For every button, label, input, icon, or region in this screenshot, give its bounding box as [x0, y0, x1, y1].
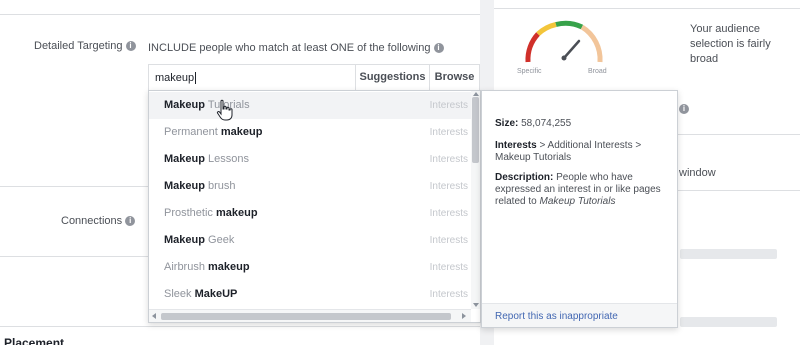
- suggestion-type: Interests: [429, 208, 468, 219]
- divider: [677, 190, 800, 191]
- suggestion-name: Makeup Geek: [164, 234, 235, 246]
- include-text: INCLUDE people who match at least ONE of…: [148, 42, 431, 54]
- suggestion-item[interactable]: Sleek MakeUP Interests: [149, 281, 471, 308]
- suggestion-type: Interests: [429, 181, 468, 192]
- audience-size-description: Your audience selection is fairly broad: [690, 23, 771, 65]
- report-inappropriate-link[interactable]: Report this as inappropriate: [495, 311, 618, 323]
- gauge-pivot: [561, 55, 567, 61]
- info-icon[interactable]: i: [433, 43, 444, 54]
- scroll-left-arrow-icon[interactable]: [152, 313, 156, 319]
- info-icon[interactable]: i: [125, 41, 136, 52]
- suggestion-type: Interests: [429, 289, 468, 300]
- gauge-specific-label: Specific: [517, 68, 542, 75]
- interest-path: Interests > Additional Interests > Makeu…: [495, 140, 642, 163]
- interest-search-box: Suggestions Browse: [148, 64, 480, 90]
- interest-description: Description: People who have expressed a…: [495, 172, 661, 207]
- suggestion-name: Sleek MakeUP: [164, 288, 238, 300]
- text-caret: [195, 72, 196, 84]
- suggestion-item[interactable]: Makeup Geek Interests: [149, 227, 471, 254]
- suggestions-button[interactable]: Suggestions: [355, 65, 429, 90]
- gauge-peach-arc: [580, 24, 603, 63]
- gauge-needle: [562, 39, 581, 60]
- detailed-targeting-label: Detailed Targeting i: [34, 40, 136, 52]
- placement-heading: Placement: [4, 336, 65, 345]
- suggestion-item[interactable]: Makeup brush Interests: [149, 173, 471, 200]
- divider: [0, 326, 480, 327]
- gauge-green-arc: [555, 20, 584, 30]
- connections-label: Connections i: [61, 215, 136, 227]
- browse-button[interactable]: Browse: [429, 65, 479, 90]
- suggestions-dropdown: Makeup Tutorials Interests Permanent mak…: [148, 90, 481, 323]
- gauge-broad-label: Broad: [588, 68, 607, 75]
- potential-reach-info: i: [679, 100, 689, 118]
- suggestion-name: Makeup brush: [164, 180, 236, 192]
- info-icon[interactable]: i: [679, 103, 689, 114]
- vertical-scroll-thumb[interactable]: [472, 97, 479, 163]
- placeholder-bar: [680, 317, 777, 327]
- gauge-red-arc: [525, 32, 540, 63]
- suggestion-name: Makeup Tutorials: [164, 99, 250, 111]
- suggestion-name: Makeup Lessons: [164, 153, 249, 165]
- divider: [0, 14, 480, 15]
- suggestion-type: Interests: [429, 154, 468, 165]
- suggestion-item[interactable]: Permanent makeup Interests: [149, 119, 471, 146]
- divider: [494, 8, 800, 9]
- scroll-right-arrow-icon[interactable]: [462, 313, 466, 319]
- suggestion-name: Airbrush makeup: [164, 261, 250, 273]
- suggestion-type: Interests: [429, 127, 468, 138]
- detailed-targeting-text: Detailed Targeting: [34, 40, 123, 52]
- suggestion-type: Interests: [429, 235, 468, 246]
- suggestion-name: Permanent makeup: [164, 126, 263, 138]
- placeholder-bar: [680, 249, 777, 259]
- include-instruction: INCLUDE people who match at least ONE of…: [148, 42, 444, 54]
- suggestion-item[interactable]: Prosthetic makeup Interests: [149, 200, 471, 227]
- scroll-up-arrow-icon[interactable]: [473, 92, 479, 96]
- horizontal-scrollbar[interactable]: [149, 309, 471, 322]
- horizontal-scroll-thumb[interactable]: [161, 313, 451, 320]
- suggestion-type: Interests: [429, 100, 468, 111]
- detail-footer: Report this as inappropriate: [482, 303, 677, 327]
- suggestion-item[interactable]: Airbrush makeup Interests: [149, 254, 471, 281]
- vertical-scrollbar[interactable]: [471, 91, 480, 309]
- suggestion-item[interactable]: Makeup Lessons Interests: [149, 146, 471, 173]
- suggestion-type: Interests: [429, 262, 468, 273]
- suggestion-name: Prosthetic makeup: [164, 207, 258, 219]
- audience-size: Size: 58,074,255: [495, 118, 572, 129]
- gauge-yellow-arc: [536, 22, 557, 36]
- suggestion-item[interactable]: Makeup Tutorials Interests: [149, 92, 471, 119]
- info-icon[interactable]: i: [125, 216, 136, 227]
- interest-search-input[interactable]: [155, 69, 345, 87]
- scroll-down-arrow-icon[interactable]: [473, 303, 479, 307]
- hand-cursor-icon: [216, 99, 233, 121]
- window-text: window: [679, 167, 716, 179]
- interest-detail-card: Size: 58,074,255 Interests > Additional …: [481, 90, 678, 328]
- connections-text: Connections: [61, 215, 123, 227]
